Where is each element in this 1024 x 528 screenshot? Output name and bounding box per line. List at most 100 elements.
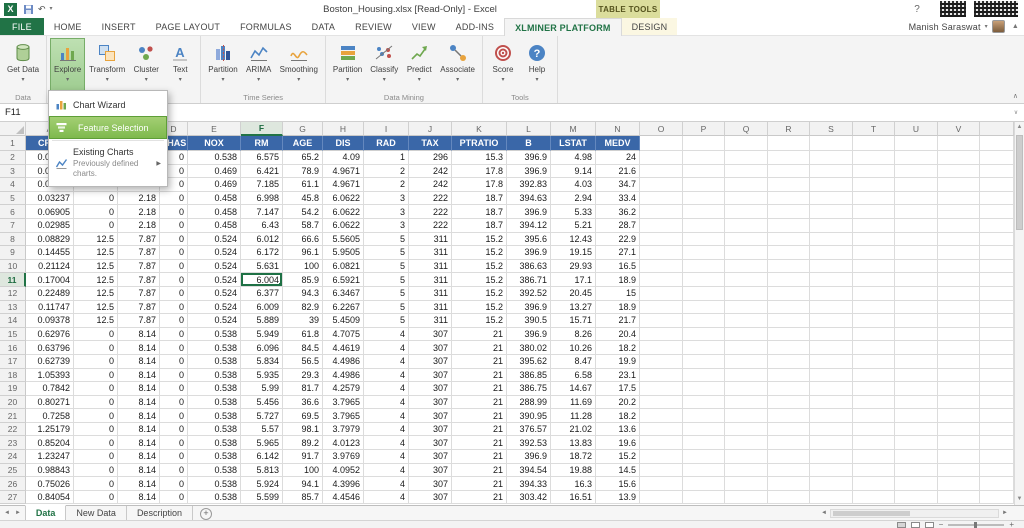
cell[interactable]: 396.9 — [507, 301, 551, 315]
cell[interactable] — [938, 369, 980, 383]
cell[interactable]: 21 — [452, 450, 507, 464]
cell[interactable]: 8.14 — [118, 382, 160, 396]
cell[interactable] — [725, 165, 768, 179]
cell[interactable]: 0 — [160, 205, 188, 219]
cell[interactable]: 0.80271 — [26, 396, 74, 410]
cell[interactable] — [895, 464, 938, 478]
cell[interactable]: 0.14455 — [26, 246, 74, 260]
cell[interactable]: 0 — [160, 273, 188, 287]
menu-item-chart-wizard[interactable]: Chart Wizard — [49, 93, 167, 116]
cell[interactable] — [853, 355, 895, 369]
cell[interactable]: 19.6 — [596, 436, 640, 450]
cell[interactable] — [895, 192, 938, 206]
cell[interactable] — [853, 369, 895, 383]
cell[interactable]: 0 — [74, 341, 118, 355]
cell[interactable] — [640, 287, 683, 301]
cell[interactable] — [853, 260, 895, 274]
table-header-cell[interactable]: LSTAT — [551, 136, 596, 151]
cell[interactable] — [853, 382, 895, 396]
cell[interactable]: 307 — [409, 464, 452, 478]
cell[interactable] — [683, 314, 725, 328]
cell[interactable]: 311 — [409, 287, 452, 301]
cell[interactable]: 7.87 — [118, 233, 160, 247]
cell[interactable] — [810, 382, 853, 396]
cell[interactable] — [938, 314, 980, 328]
vertical-scrollbar[interactable]: ▲ ▼ — [1014, 122, 1024, 505]
cell[interactable]: 5.935 — [241, 369, 283, 383]
cell[interactable]: 311 — [409, 273, 452, 287]
cell[interactable] — [810, 178, 853, 192]
menu-item-feature-selection[interactable]: Feature Selection — [49, 116, 167, 139]
score-button[interactable]: Score ▾ — [486, 38, 520, 92]
cell[interactable]: 13.9 — [596, 491, 640, 505]
cell[interactable]: 15.2 — [452, 273, 507, 287]
row-header-5[interactable]: 5 — [0, 192, 26, 206]
cell[interactable]: 7.87 — [118, 287, 160, 301]
cell[interactable] — [640, 192, 683, 206]
cell[interactable] — [980, 314, 1014, 328]
cell[interactable] — [980, 396, 1014, 410]
cluster-button[interactable]: Cluster ▾ — [129, 38, 163, 92]
cell[interactable] — [895, 382, 938, 396]
cell[interactable]: 3.7979 — [323, 423, 364, 437]
cell[interactable]: 0 — [74, 464, 118, 478]
page-break-view-icon[interactable] — [925, 522, 934, 528]
cell[interactable]: 0.469 — [188, 165, 241, 179]
cell[interactable]: 36.6 — [283, 396, 323, 410]
cell[interactable]: 0 — [74, 396, 118, 410]
cell[interactable]: 0.02985 — [26, 219, 74, 233]
cell[interactable] — [810, 273, 853, 287]
cell[interactable] — [853, 273, 895, 287]
cell[interactable]: 98.1 — [283, 423, 323, 437]
cell[interactable] — [980, 409, 1014, 423]
sheet-tab-new-data[interactable]: New Data — [66, 506, 127, 520]
cell[interactable]: 6.5921 — [323, 273, 364, 287]
cell[interactable] — [853, 423, 895, 437]
table-header-cell[interactable]: RAD — [364, 136, 409, 151]
cell[interactable] — [810, 136, 853, 151]
cell[interactable]: 307 — [409, 396, 452, 410]
cell[interactable] — [683, 301, 725, 315]
cell[interactable]: 6.2267 — [323, 301, 364, 315]
cell[interactable]: 94.1 — [283, 477, 323, 491]
cell[interactable] — [895, 491, 938, 505]
sheet-tab-data[interactable]: Data — [25, 505, 67, 520]
cell[interactable] — [768, 151, 810, 165]
cell[interactable]: 15.71 — [551, 314, 596, 328]
cell[interactable]: 3 — [364, 219, 409, 233]
cell[interactable]: 0.11747 — [26, 301, 74, 315]
row-header-12[interactable]: 12 — [0, 287, 26, 301]
cell[interactable]: 4 — [364, 436, 409, 450]
cell[interactable] — [725, 477, 768, 491]
cell[interactable]: 5.631 — [241, 260, 283, 274]
cell[interactable]: 4 — [364, 491, 409, 505]
cell[interactable]: 5.599 — [241, 491, 283, 505]
cell[interactable]: 307 — [409, 477, 452, 491]
cell[interactable]: 15.2 — [452, 246, 507, 260]
cell[interactable]: 0 — [160, 423, 188, 437]
cell[interactable]: 396.9 — [507, 246, 551, 260]
cell[interactable] — [725, 355, 768, 369]
cell[interactable] — [980, 464, 1014, 478]
cell[interactable] — [810, 192, 853, 206]
cell[interactable]: 4.9671 — [323, 178, 364, 192]
cell[interactable]: 0.03237 — [26, 192, 74, 206]
cell[interactable] — [853, 341, 895, 355]
cell[interactable]: 5 — [364, 246, 409, 260]
cell[interactable] — [938, 205, 980, 219]
cell[interactable]: 18.2 — [596, 341, 640, 355]
cell[interactable]: 0.08829 — [26, 233, 74, 247]
cell[interactable] — [938, 464, 980, 478]
cell[interactable]: 8.14 — [118, 450, 160, 464]
cell[interactable] — [640, 328, 683, 342]
cell[interactable]: 0 — [74, 409, 118, 423]
table-header-cell[interactable]: AGE — [283, 136, 323, 151]
cell[interactable]: 2.18 — [118, 219, 160, 233]
cell[interactable] — [980, 450, 1014, 464]
cell[interactable]: 0 — [160, 314, 188, 328]
cell[interactable]: 6.3467 — [323, 287, 364, 301]
cell[interactable]: 0.538 — [188, 450, 241, 464]
cell[interactable]: 307 — [409, 423, 452, 437]
cell[interactable]: 0.17004 — [26, 273, 74, 287]
cell[interactable]: 5.965 — [241, 436, 283, 450]
